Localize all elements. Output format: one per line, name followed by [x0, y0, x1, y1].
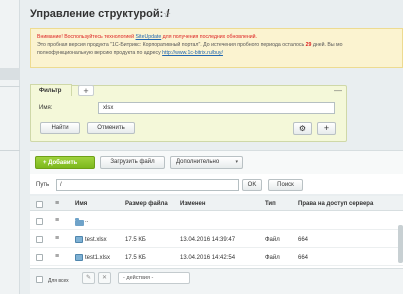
file-type: Файл [265, 255, 280, 261]
row-menu-icon[interactable]: ≡ [55, 217, 59, 224]
column-header-name[interactable]: Имя [75, 201, 87, 207]
row-checkbox[interactable] [36, 218, 43, 225]
favorite-star-icon[interactable]: ☆ [163, 9, 171, 20]
notice-warning-text: Внимание! Воспользуйтесь технологией [37, 34, 135, 40]
xlsx-file-icon [75, 236, 83, 243]
find-button[interactable]: Найти [40, 122, 80, 134]
parent-dir-label[interactable]: .. [85, 218, 88, 224]
filter-name-label: Имя: [39, 105, 53, 111]
upload-file-button[interactable]: Загрузить файл [100, 156, 165, 169]
row-menu-icon[interactable]: ≡ [55, 253, 59, 260]
notice-trial-text: Это пробная версия продукта "1С-Битрикс:… [37, 41, 305, 48]
apply-to-all-label: Для всех [48, 278, 69, 284]
notice-days-count: 29 [305, 41, 312, 48]
file-type: Файл [265, 237, 280, 243]
add-filter-field-button[interactable]: + [317, 122, 336, 135]
edit-icon[interactable]: ✎ [82, 272, 95, 284]
apply-to-all-checkbox[interactable] [36, 276, 43, 283]
filter-name-input[interactable]: xlsx [98, 102, 335, 114]
add-filter-tab-button[interactable]: + [78, 85, 94, 96]
column-header-size[interactable]: Размер файла [125, 201, 168, 207]
buy-link[interactable]: http://www.1c-bitrix.ru/buy/ [162, 50, 223, 56]
file-size: 17.5 КБ [125, 255, 146, 261]
filter-settings-gear-icon[interactable]: ⚙ [293, 122, 312, 135]
path-ok-button[interactable]: OK [242, 179, 262, 191]
left-sidebar-block [0, 68, 20, 80]
file-permissions: 664 [298, 237, 309, 243]
path-label: Путь [36, 182, 50, 188]
left-sidebar-strip [0, 0, 20, 294]
file-name[interactable]: test1.xlsx [85, 255, 110, 261]
notice-warning-rest: для получения последних обновлений. [162, 34, 257, 40]
update-notice: Внимание! Воспользуйтесь технологией Sit… [30, 28, 403, 68]
tab-filter[interactable]: Фильтр [30, 84, 72, 96]
delete-icon[interactable]: ✕ [98, 272, 111, 284]
left-sidebar-divider [0, 86, 20, 87]
page-title: Управление структурой: / [30, 8, 170, 20]
file-size: 17.5 КБ [125, 237, 146, 243]
more-actions-label: Дополнительно [176, 159, 220, 165]
search-button[interactable]: Поиск [268, 179, 303, 191]
folder-icon [75, 218, 84, 226]
xlsx-file-icon [75, 254, 83, 261]
collapse-filter-icon[interactable]: — [334, 86, 342, 95]
row-checkbox[interactable] [36, 236, 43, 243]
notice-buy-text: полнофункциональную версию продукта по а… [37, 49, 161, 56]
file-permissions: 664 [298, 255, 309, 261]
select-all-checkbox[interactable] [36, 201, 43, 208]
scrollbar[interactable] [398, 225, 403, 263]
left-sidebar-divider [0, 150, 20, 151]
cancel-button[interactable]: Отменить [87, 122, 135, 134]
file-modified: 13.04.2016 14:42:54 [180, 255, 236, 261]
notice-trial-text-end: дней. Вы мо [312, 41, 343, 48]
column-header-permissions[interactable]: Права на доступ сервера [298, 201, 373, 207]
file-modified: 13.04.2016 14:39:47 [180, 237, 236, 243]
more-actions-button[interactable]: Дополнительно ▾ [170, 156, 243, 169]
column-header-modified[interactable]: Изменен [180, 201, 206, 207]
chevron-down-icon: ▾ [235, 159, 238, 165]
row-menu-icon[interactable]: ≡ [55, 235, 59, 242]
row-checkbox[interactable] [36, 254, 43, 261]
actions-select[interactable]: - действия - [118, 272, 190, 284]
path-input[interactable]: / [56, 179, 239, 191]
column-settings-icon[interactable]: ≡ [55, 200, 59, 207]
column-header-type[interactable]: Тип [265, 201, 276, 207]
file-name[interactable]: test.xlsx [85, 237, 107, 243]
siteupdate-link[interactable]: SiteUpdate [136, 34, 162, 40]
add-button[interactable]: + Добавить [35, 156, 95, 169]
